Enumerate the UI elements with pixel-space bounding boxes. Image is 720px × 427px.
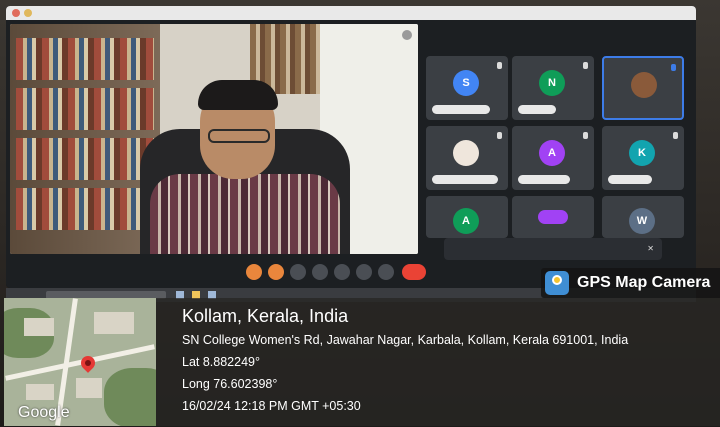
mic-off-icon — [583, 132, 588, 139]
participant-name-chip — [608, 175, 652, 184]
participant-tile[interactable] — [512, 196, 594, 238]
bookshelf — [10, 24, 160, 254]
main-speaker-video[interactable] — [10, 24, 418, 254]
gps-camera-title: GPS Map Camera — [577, 274, 711, 291]
google-logo: Google — [18, 404, 70, 421]
browser-titlebar — [6, 6, 696, 20]
participant-tile[interactable] — [426, 126, 508, 190]
window-close-icon[interactable] — [12, 9, 20, 17]
participant-avatar: N — [539, 70, 565, 96]
participant-name-chip — [432, 175, 498, 184]
pin-icon[interactable] — [402, 30, 412, 40]
location-title: Kollam, Kerala, India — [182, 306, 349, 326]
gps-map-camera-logo-icon — [545, 271, 569, 295]
more-options-button[interactable] — [378, 264, 394, 280]
gps-camera-badge: GPS Map Camera — [541, 268, 720, 298]
participant-name-chip — [518, 105, 556, 114]
emoji-button[interactable] — [312, 264, 328, 280]
participant-avatar: K — [629, 140, 655, 166]
mic-off-icon — [497, 62, 502, 69]
location-minimap: Google — [4, 298, 156, 426]
captions-button[interactable] — [290, 264, 306, 280]
timestamp: 16/02/24 12:18 PM GMT +05:30 — [182, 399, 361, 413]
participant-tile[interactable]: A — [512, 126, 594, 190]
glasses — [208, 129, 270, 143]
raise-hand-button[interactable] — [356, 264, 372, 280]
monitor-screen: S N A K A W ✕ — [6, 6, 696, 288]
participant-tile-active[interactable] — [602, 56, 684, 120]
participant-avatar: S — [453, 70, 479, 96]
participant-name-chip — [432, 105, 490, 114]
participant-name-chip — [610, 103, 664, 112]
latitude: Lat 8.882249° — [182, 355, 260, 369]
participant-tile[interactable]: S — [426, 56, 508, 120]
speaking-icon — [671, 64, 676, 71]
participant-photo — [453, 140, 479, 166]
participant-avatar: W — [629, 208, 655, 234]
more-participants-icon — [538, 210, 568, 224]
mic-off-icon — [583, 62, 588, 69]
participant-tile[interactable]: K — [602, 126, 684, 190]
camera-button[interactable] — [268, 264, 284, 280]
video-call-window: S N A K A W ✕ — [6, 20, 696, 288]
participant-name-chip — [518, 175, 570, 184]
participant-avatar: A — [453, 208, 479, 234]
window-minimize-icon[interactable] — [24, 9, 32, 17]
participant-photo — [631, 72, 657, 98]
participant-tile[interactable]: A — [426, 196, 508, 238]
longitude: Long 76.602398° — [182, 377, 278, 391]
mic-off-icon — [497, 132, 502, 139]
end-call-button[interactable] — [402, 264, 426, 280]
participant-tile[interactable]: W — [602, 196, 684, 238]
participant-avatar: A — [539, 140, 565, 166]
close-icon[interactable]: ✕ — [647, 244, 654, 253]
mic-off-icon — [673, 132, 678, 139]
full-address: SN College Women's Rd, Jawahar Nagar, Ka… — [182, 333, 629, 347]
mic-button[interactable] — [246, 264, 262, 280]
geo-details: Kollam, Kerala, India SN College Women's… — [182, 306, 628, 413]
speaker-person — [150, 80, 340, 254]
participant-tile[interactable]: N — [512, 56, 594, 120]
present-button[interactable] — [334, 264, 350, 280]
